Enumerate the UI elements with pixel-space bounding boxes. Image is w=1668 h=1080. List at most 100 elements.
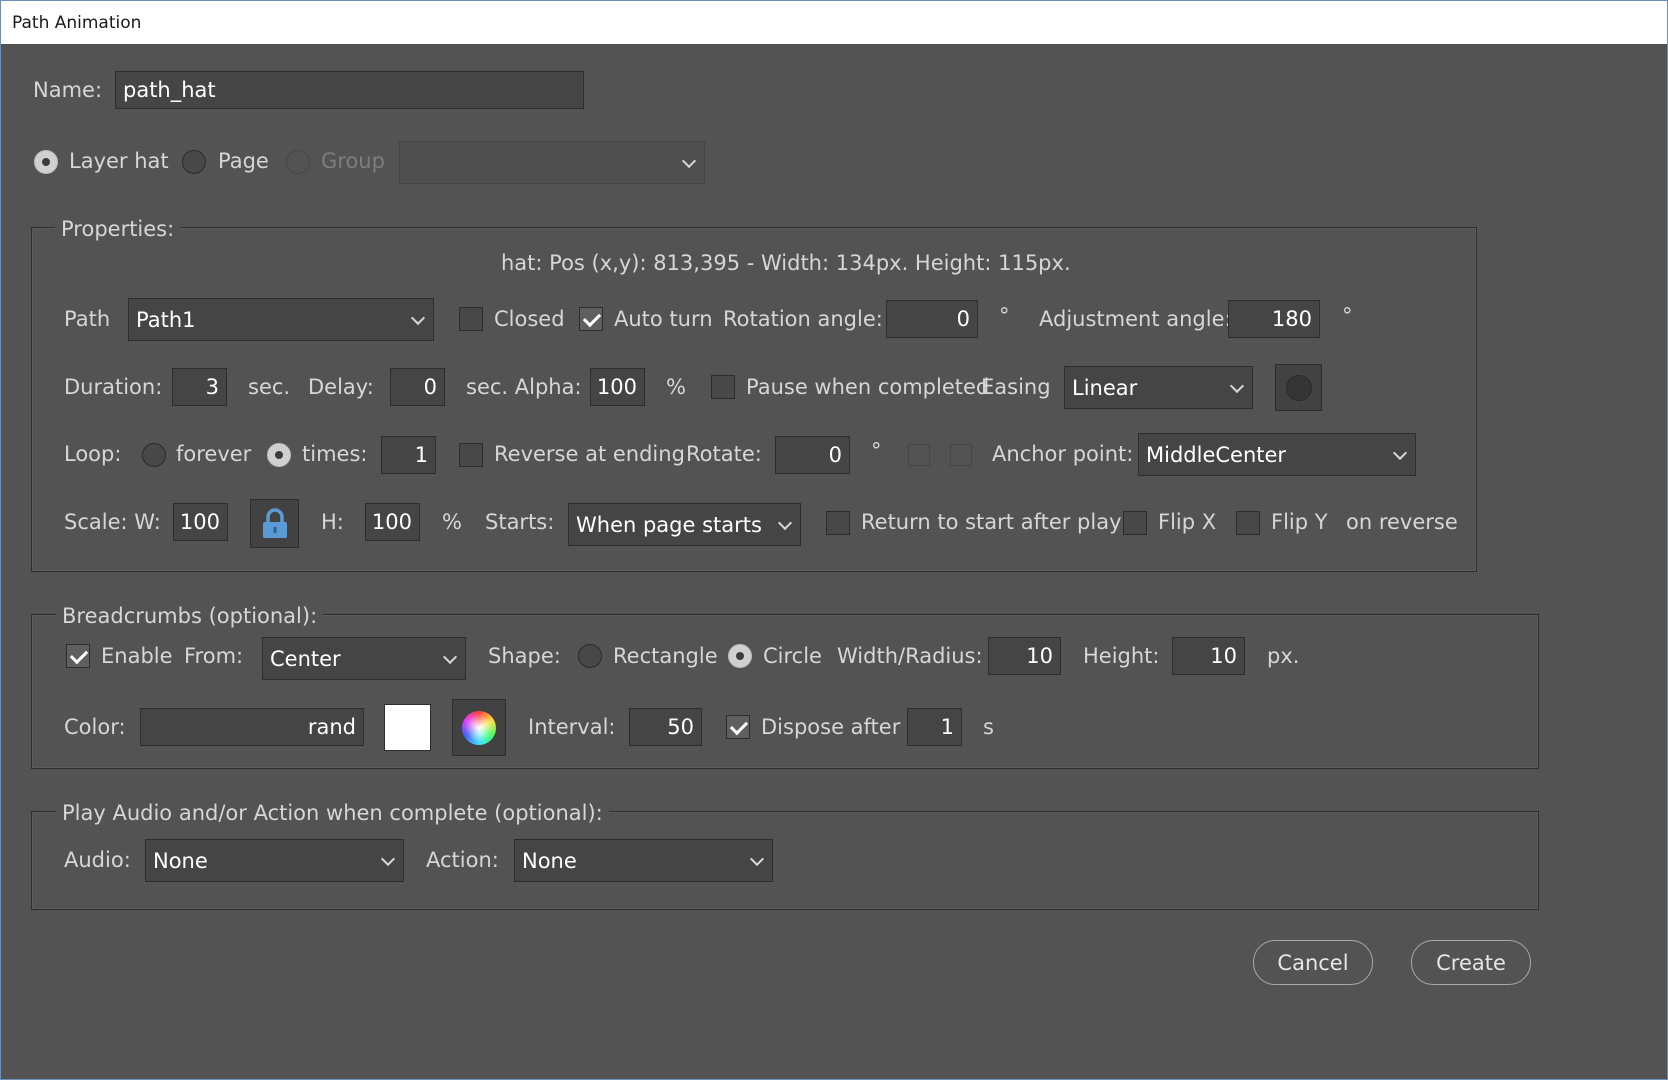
color-label: Color:	[64, 715, 126, 739]
interval-label: Interval:	[528, 715, 616, 739]
dispose-after-checkbox[interactable]	[726, 715, 750, 739]
loop-times-label: times:	[302, 442, 368, 466]
loop-forever-label: forever	[176, 442, 252, 466]
rotate-unit: °	[871, 439, 882, 463]
easing-info-button[interactable]	[1275, 364, 1322, 411]
reverse-at-ending-label: Reverse at ending	[494, 442, 685, 466]
from-select[interactable]: Center	[262, 637, 466, 680]
radio-page-label: Page	[218, 149, 269, 173]
adjustment-angle-input[interactable]: 180	[1228, 300, 1320, 338]
audio-label: Audio:	[64, 848, 131, 872]
alpha-input[interactable]: 100	[590, 368, 645, 406]
chevron-down-icon	[380, 851, 396, 866]
return-to-start-checkbox[interactable]	[826, 511, 850, 535]
info-icon	[1285, 374, 1312, 401]
layer-info: hat: Pos (x,y): 813,395 - Width: 134px. …	[501, 251, 1071, 275]
scale-w-label: Scale: W:	[64, 510, 161, 534]
name-input[interactable]: path_hat	[115, 71, 584, 109]
shape-label: Shape:	[488, 644, 561, 668]
delay-unit-alpha-label: sec. Alpha:	[466, 375, 582, 399]
radio-layer-label: Layer hat	[69, 149, 169, 173]
scale-h-label: H:	[321, 510, 344, 534]
loop-times-input[interactable]: 1	[381, 436, 436, 474]
dispose-after-label: Dispose after	[761, 715, 901, 739]
flip-y-checkbox[interactable]	[1236, 511, 1260, 535]
shape-circle-label: Circle	[763, 644, 822, 668]
rotation-angle-unit: °	[999, 304, 1010, 328]
flip-x-label: Flip X	[1158, 510, 1217, 534]
shape-circle-radio[interactable]	[728, 644, 752, 668]
action-label: Action:	[426, 848, 499, 872]
radio-group-label: Group	[321, 149, 385, 173]
lock-icon	[262, 507, 287, 538]
auto-turn-checkbox[interactable]	[579, 307, 603, 331]
scale-h-input[interactable]: 100	[365, 503, 420, 541]
dispose-after-unit: s	[983, 715, 994, 739]
adjustment-angle-label: Adjustment angle:	[1039, 307, 1232, 331]
easing-label: Easing	[981, 375, 1051, 399]
color-input[interactable]: rand	[140, 708, 364, 746]
properties-legend: Properties:	[55, 219, 181, 240]
return-to-start-label: Return to start after play	[861, 510, 1122, 534]
adjustment-angle-unit: °	[1342, 304, 1353, 328]
action-select[interactable]: None	[514, 839, 773, 882]
title-bar: Path Animation	[0, 0, 1668, 44]
chevron-down-icon	[749, 851, 765, 866]
path-select[interactable]: Path1	[128, 298, 434, 341]
pause-when-completed-checkbox[interactable]	[711, 375, 735, 399]
radio-group	[286, 150, 310, 174]
window-title: Path Animation	[12, 13, 142, 33]
dispose-after-input[interactable]: 1	[907, 708, 962, 746]
closed-checkbox[interactable]	[459, 307, 483, 331]
breadcrumbs-enable-checkbox[interactable]	[66, 644, 90, 668]
width-radius-input[interactable]: 10	[988, 637, 1061, 675]
dialog-body: Name: path_hat Layer hat Page Group Prop…	[0, 44, 1668, 1080]
starts-select[interactable]: When page starts	[568, 503, 801, 546]
breadcrumbs-enable-label: Enable	[101, 644, 173, 668]
chevron-down-icon	[777, 515, 793, 530]
radio-page[interactable]	[182, 150, 206, 174]
shape-rectangle-radio[interactable]	[578, 644, 602, 668]
pause-when-completed-label: Pause when completed	[746, 375, 990, 399]
closed-label: Closed	[494, 307, 565, 331]
flip-x-checkbox[interactable]	[1123, 511, 1147, 535]
width-radius-label: Width/Radius:	[837, 644, 983, 668]
scale-lock-button[interactable]	[250, 499, 299, 548]
path-label: Path	[64, 307, 111, 331]
radio-layer[interactable]	[34, 150, 58, 174]
easing-select[interactable]: Linear	[1064, 366, 1253, 409]
delay-input[interactable]: 0	[390, 368, 445, 406]
loop-forever-radio[interactable]	[142, 443, 166, 467]
rotation-angle-input[interactable]: 0	[886, 300, 978, 338]
rotate-input[interactable]: 0	[775, 436, 850, 474]
create-button[interactable]: Create	[1411, 940, 1531, 985]
audio-select[interactable]: None	[145, 839, 404, 882]
chevron-down-icon	[1229, 378, 1245, 393]
complete-legend: Play Audio and/or Action when complete (…	[56, 803, 609, 824]
breadcrumbs-legend: Breadcrumbs (optional):	[56, 606, 324, 627]
disabled-checkbox-2	[950, 444, 972, 466]
interval-input[interactable]: 50	[629, 708, 702, 746]
color-wheel-icon	[462, 710, 496, 745]
loop-times-radio[interactable]	[267, 443, 291, 467]
loop-label: Loop:	[64, 442, 122, 466]
delay-label: Delay:	[308, 375, 374, 399]
height-input[interactable]: 10	[1172, 637, 1245, 675]
rotate-label: Rotate:	[686, 442, 762, 466]
disabled-checkbox-1	[908, 444, 930, 466]
color-swatch[interactable]	[384, 704, 431, 751]
auto-turn-label: Auto turn	[614, 307, 713, 331]
chevron-down-icon	[1392, 445, 1408, 460]
duration-unit: sec.	[248, 375, 291, 399]
color-picker-button[interactable]	[452, 699, 506, 756]
reverse-at-ending-checkbox[interactable]	[459, 443, 483, 467]
flip-y-label: Flip Y	[1271, 510, 1328, 534]
duration-input[interactable]: 3	[172, 368, 227, 406]
anchor-point-select[interactable]: MiddleCenter	[1138, 433, 1416, 476]
rotation-angle-label: Rotation angle:	[723, 307, 883, 331]
from-label: From:	[184, 644, 244, 668]
cancel-button[interactable]: Cancel	[1253, 940, 1373, 985]
alpha-unit: %	[666, 375, 686, 399]
scale-w-input[interactable]: 100	[173, 503, 228, 541]
anchor-point-label: Anchor point:	[992, 442, 1134, 466]
